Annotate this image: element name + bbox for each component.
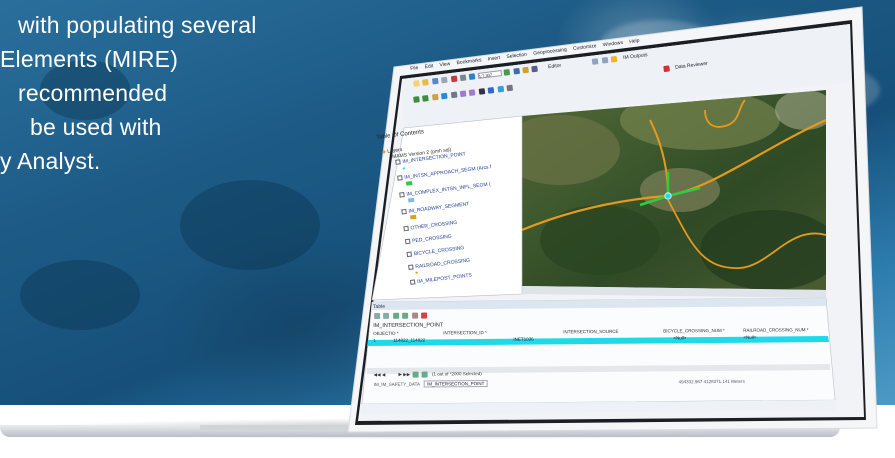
intersection-point bbox=[664, 192, 672, 200]
table-tab-active[interactable]: IM_INTERSECTION_POINT bbox=[424, 380, 488, 388]
editor-icon[interactable] bbox=[503, 69, 511, 76]
table-navigation: ◀◀ ◀ ▶ ▶▶ (1 out of *2000 Selected) bbox=[374, 367, 834, 379]
layer-checkbox[interactable] bbox=[406, 251, 413, 258]
table-cell: INET1036 bbox=[513, 336, 534, 342]
column-header[interactable]: RAILROAD_CROSSING_NUM * bbox=[743, 327, 823, 333]
layer-checkbox[interactable] bbox=[408, 264, 414, 271]
last-record-button[interactable]: ▶▶ bbox=[403, 372, 410, 377]
show-selected-records-icon[interactable] bbox=[421, 371, 428, 378]
find-icon[interactable] bbox=[497, 85, 504, 93]
save-icon[interactable] bbox=[431, 77, 439, 85]
undo-icon[interactable] bbox=[459, 74, 467, 82]
catalog-icon[interactable] bbox=[522, 66, 529, 74]
line-symbol-icon bbox=[407, 197, 415, 203]
select-by-attributes-icon[interactable] bbox=[392, 312, 399, 319]
toc-layer-label: PED_CROSSING bbox=[411, 233, 453, 245]
toolbar-icon[interactable] bbox=[610, 55, 618, 63]
column-header[interactable]: INTERSECTION_ID * bbox=[443, 330, 513, 335]
zoom-out-icon[interactable] bbox=[422, 94, 430, 102]
delete-selected-icon[interactable] bbox=[421, 312, 428, 319]
layer-checkbox[interactable] bbox=[397, 175, 403, 181]
first-record-button[interactable]: ◀◀ bbox=[374, 372, 381, 377]
selection-status: (1 out of *2000 Selected) bbox=[431, 371, 482, 377]
column-header[interactable]: INTERSECTION_SOURCE bbox=[563, 329, 653, 334]
menu-item[interactable]: Help bbox=[629, 38, 640, 45]
line-symbol-icon bbox=[405, 180, 413, 186]
column-header[interactable]: OBJECTID * bbox=[373, 331, 413, 336]
table-options-icon[interactable] bbox=[374, 312, 381, 319]
prev-record-button[interactable]: ◀ bbox=[382, 372, 386, 377]
select-features-icon[interactable] bbox=[478, 88, 486, 95]
line-symbol-icon bbox=[410, 214, 417, 220]
editor-menu[interactable]: Editor bbox=[548, 63, 562, 71]
add-data-icon[interactable] bbox=[469, 73, 476, 80]
table-icon[interactable] bbox=[512, 67, 520, 75]
fixed-zoom-icon[interactable] bbox=[450, 91, 458, 99]
table-window: Table IM_INTERSECTION_POINT OBJECTID * I… bbox=[373, 300, 834, 388]
layers-icon: ◆ bbox=[381, 148, 387, 156]
measure-icon[interactable] bbox=[506, 84, 514, 92]
layer-checkbox[interactable] bbox=[401, 209, 407, 215]
delete-icon[interactable] bbox=[450, 75, 458, 83]
switch-selection-icon[interactable] bbox=[402, 312, 409, 319]
table-toolbar bbox=[373, 308, 833, 320]
show-all-records-icon[interactable] bbox=[412, 371, 419, 378]
table-cell: 114822_114822 bbox=[393, 337, 426, 343]
related-tables-icon[interactable] bbox=[383, 312, 390, 319]
menu-item[interactable]: File bbox=[410, 65, 419, 72]
toc-layer-label: BICYCLE_CROSSING bbox=[413, 245, 465, 258]
open-icon[interactable] bbox=[422, 78, 430, 86]
table-tab[interactable]: IM_IM_SAFETY_DATA bbox=[374, 382, 420, 387]
pan-icon[interactable] bbox=[431, 93, 439, 101]
go-forward-icon[interactable] bbox=[469, 89, 476, 96]
point-symbol-icon: ● bbox=[414, 269, 419, 277]
layer-checkbox[interactable] bbox=[395, 159, 401, 165]
zoom-in-icon[interactable] bbox=[413, 96, 420, 103]
identify-icon[interactable] bbox=[487, 86, 495, 94]
coordinates-readout: 494332.967 4128371.141 Meters bbox=[678, 378, 745, 385]
new-icon[interactable] bbox=[413, 80, 420, 87]
search-icon[interactable] bbox=[531, 65, 539, 73]
toc-layer-label: OTHER_CROSSING bbox=[410, 219, 458, 232]
column-header[interactable]: BICYCLE_CROSSING_NUM * bbox=[663, 328, 743, 334]
table-cell: <Null> bbox=[743, 334, 757, 340]
table-cell: <Null> bbox=[673, 335, 687, 341]
go-back-icon[interactable] bbox=[459, 90, 467, 98]
next-record-button[interactable]: ▶ bbox=[399, 372, 403, 377]
layer-checkbox[interactable] bbox=[409, 279, 416, 286]
full-extent-icon[interactable] bbox=[441, 92, 448, 100]
table-of-contents: Table Of Contents ◆ Layers IMAMS Version… bbox=[376, 117, 546, 304]
layer-checkbox[interactable] bbox=[404, 238, 411, 245]
reviewer-icon[interactable] bbox=[663, 65, 671, 73]
point-symbol-icon: ● bbox=[401, 165, 406, 173]
table-cell: 1 bbox=[373, 337, 376, 343]
clear-selection-icon[interactable] bbox=[411, 312, 418, 319]
layer-checkbox[interactable] bbox=[399, 192, 405, 198]
toolbar-icon[interactable] bbox=[591, 58, 599, 65]
print-icon[interactable] bbox=[441, 76, 448, 84]
layer-checkbox[interactable] bbox=[403, 225, 409, 232]
toolbar-icon[interactable] bbox=[601, 57, 608, 64]
menu-item[interactable]: Edit bbox=[424, 63, 433, 70]
